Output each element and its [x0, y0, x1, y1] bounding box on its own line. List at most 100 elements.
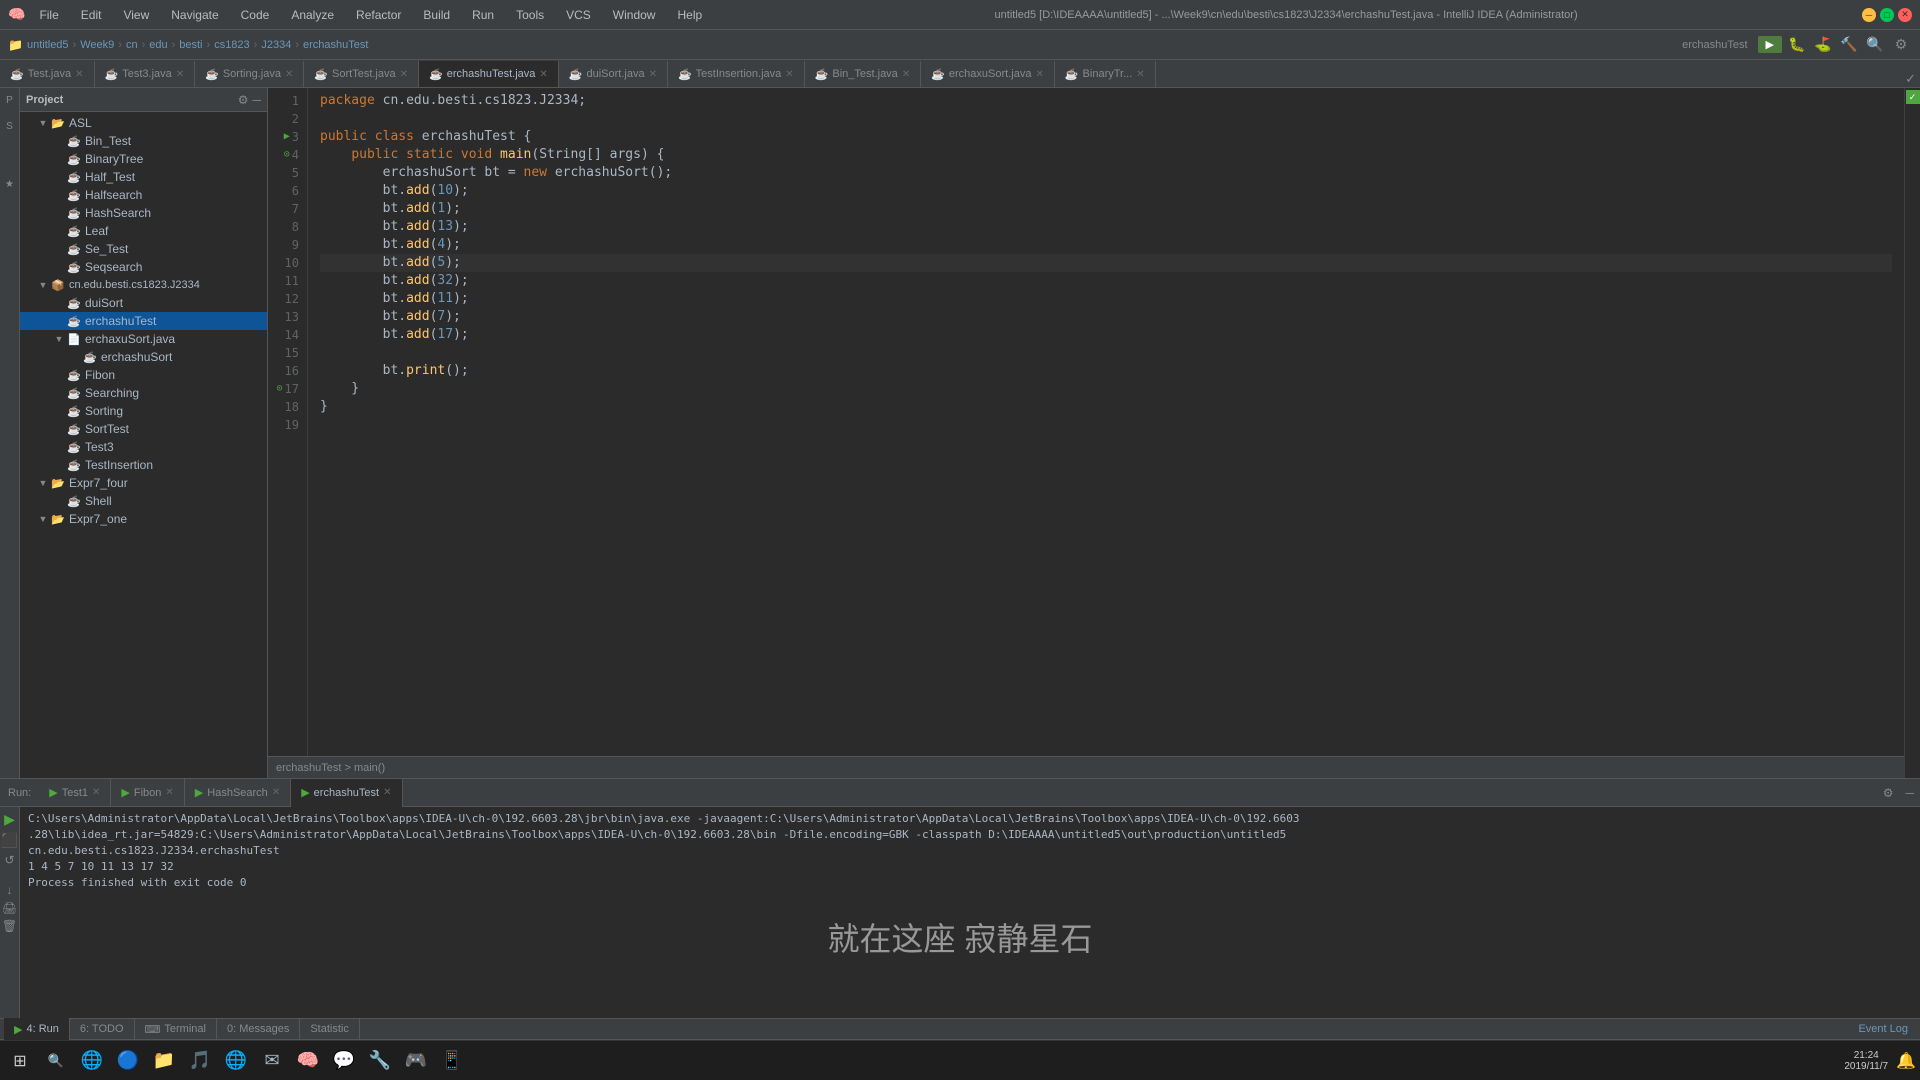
tree-duisort[interactable]: ☕ duiSort: [20, 294, 267, 312]
tree-fibon[interactable]: ☕ Fibon: [20, 366, 267, 384]
expand-tabs-button[interactable]: ✓: [1901, 71, 1920, 87]
debug-button[interactable]: 🐛: [1786, 34, 1808, 56]
code-editor[interactable]: package cn.edu.besti.cs1823.J2334; publi…: [308, 88, 1904, 756]
tree-halfsearch[interactable]: ☕ Halfsearch: [20, 186, 267, 204]
taskbar-explorer-icon[interactable]: 📁: [148, 1045, 180, 1077]
structure-icon[interactable]: S: [2, 118, 18, 134]
tree-seqsearch[interactable]: ☕ Seqsearch: [20, 258, 267, 276]
bottom-tab-terminal[interactable]: ⌨ Terminal: [135, 1018, 217, 1040]
favorites-icon[interactable]: ★: [2, 176, 18, 192]
run-tab-close[interactable]: ✕: [165, 787, 173, 798]
taskbar-wechat-icon[interactable]: 💬: [328, 1045, 360, 1077]
menu-code[interactable]: Code: [233, 6, 278, 24]
run-stop-icon[interactable]: ⬛: [1, 832, 18, 849]
project-panel-icon[interactable]: P: [2, 92, 18, 108]
taskbar-intellij-icon[interactable]: 🧠: [292, 1045, 324, 1077]
tree-shell[interactable]: ☕ Shell: [20, 492, 267, 510]
tree-half-test[interactable]: ☕ Half_Test: [20, 168, 267, 186]
tree-asl-folder[interactable]: ▼ 📂 ASL: [20, 114, 267, 132]
tab-test3-java[interactable]: ☕Test3.java✕: [95, 61, 196, 87]
search-everywhere[interactable]: 🔍: [1864, 34, 1886, 56]
taskbar-edge-icon[interactable]: 🔵: [112, 1045, 144, 1077]
tree-testinsertion[interactable]: ☕ TestInsertion: [20, 456, 267, 474]
nav-crumb-besti[interactable]: besti: [179, 39, 202, 51]
tab-erchashutest-java[interactable]: ☕erchashuTest.java✕: [419, 61, 559, 87]
menu-window[interactable]: Window: [605, 6, 664, 24]
tab-bintest-java[interactable]: ☕Bin_Test.java✕: [805, 61, 922, 87]
nav-crumb-j2334[interactable]: J2334: [261, 39, 291, 51]
tab-binarytree-java[interactable]: ☕BinaryTr...✕: [1055, 61, 1156, 87]
menu-build[interactable]: Build: [415, 6, 458, 24]
menu-run[interactable]: Run: [464, 6, 502, 24]
tree-expr7-one[interactable]: ▼ 📂 Expr7_one: [20, 510, 267, 528]
nav-crumb-cs1823[interactable]: cs1823: [214, 39, 249, 51]
menu-view[interactable]: View: [115, 6, 157, 24]
run-print-icon[interactable]: 🖨: [2, 901, 17, 915]
taskbar-ie-icon[interactable]: 🌐: [76, 1045, 108, 1077]
bottom-tab-todo[interactable]: 6: TODO: [70, 1018, 135, 1040]
run-close-icon[interactable]: ─: [1899, 786, 1920, 800]
project-settings-icon[interactable]: ⚙: [238, 93, 249, 107]
run-tab-hashsearch[interactable]: ▶ HashSearch ✕: [185, 779, 291, 807]
bottom-tab-messages[interactable]: 0: Messages: [217, 1018, 300, 1040]
bottom-tab-statistic[interactable]: Statistic: [300, 1018, 360, 1040]
taskbar-phone-icon[interactable]: 📱: [436, 1045, 468, 1077]
tree-erchashut[interactable]: ☕ erchashuTest: [20, 312, 267, 330]
tree-leaf[interactable]: ☕ Leaf: [20, 222, 267, 240]
tree-bin-test[interactable]: ☕ Bin_Test: [20, 132, 267, 150]
nav-crumb-untitled5[interactable]: untitled5: [27, 39, 69, 51]
tab-sorttest-java[interactable]: ☕SortTest.java✕: [304, 61, 419, 87]
tree-erchaxusort-file[interactable]: ▼ 📄 erchaxuSort.java: [20, 330, 267, 348]
taskbar-chrome-icon[interactable]: 🌐: [220, 1045, 252, 1077]
project-collapse-icon[interactable]: ─: [252, 93, 261, 107]
windows-start-button[interactable]: ⊞: [4, 1045, 36, 1077]
tree-package-cn[interactable]: ▼ 📦 cn.edu.besti.cs1823.J2334: [20, 276, 267, 294]
nav-crumb-week9[interactable]: Week9: [80, 39, 114, 51]
bottom-tab-run[interactable]: ▶ 4: Run: [4, 1018, 70, 1040]
tree-expr7-four[interactable]: ▼ 📂 Expr7_four: [20, 474, 267, 492]
tab-erchaxusort-java[interactable]: ☕erchaxuSort.java✕: [921, 61, 1055, 87]
settings-button[interactable]: ⚙: [1890, 34, 1912, 56]
event-log-link[interactable]: Event Log: [1850, 1023, 1916, 1035]
taskbar-notification[interactable]: 🔔: [1896, 1051, 1916, 1071]
tree-searching[interactable]: ☕ Searching: [20, 384, 267, 402]
nav-crumb-erchashut[interactable]: erchashuTest: [303, 39, 368, 51]
menu-navigate[interactable]: Navigate: [163, 6, 226, 24]
tab-duisort-java[interactable]: ☕duiSort.java✕: [559, 61, 668, 87]
tree-se-test[interactable]: ☕ Se_Test: [20, 240, 267, 258]
run-tab-test1[interactable]: ▶ Test1 ✕: [39, 779, 111, 807]
run-scroll-end-icon[interactable]: ↓: [7, 883, 13, 897]
tree-sorting[interactable]: ☕ Sorting: [20, 402, 267, 420]
tab-testinsertion-java[interactable]: ☕TestInsertion.java✕: [668, 61, 805, 87]
tab-test-java[interactable]: ☕Test.java✕: [0, 61, 95, 87]
run-settings-icon[interactable]: ⚙: [1877, 786, 1900, 800]
close-button[interactable]: ✕: [1898, 8, 1912, 22]
taskbar-search-button[interactable]: 🔍: [40, 1045, 72, 1077]
menu-file[interactable]: File: [31, 6, 66, 24]
run-tab-close[interactable]: ✕: [272, 787, 280, 798]
run-restart-icon[interactable]: ↺: [4, 853, 14, 867]
tree-sorttest[interactable]: ☕ SortTest: [20, 420, 267, 438]
run-trash-icon[interactable]: 🗑: [2, 919, 17, 933]
run-tab-erchashut[interactable]: ▶ erchashuTest ✕: [291, 779, 402, 807]
run-tab-close[interactable]: ✕: [92, 787, 100, 798]
build-button[interactable]: 🔨: [1838, 34, 1860, 56]
maximize-button[interactable]: □: [1880, 8, 1894, 22]
tree-hashsearch[interactable]: ☕ HashSearch: [20, 204, 267, 222]
menu-help[interactable]: Help: [669, 6, 710, 24]
taskbar-game-icon[interactable]: 🎮: [400, 1045, 432, 1077]
run-tab-close[interactable]: ✕: [383, 787, 391, 798]
minimize-button[interactable]: ─: [1862, 8, 1876, 22]
run-tab-fibon[interactable]: ▶ Fibon ✕: [111, 779, 184, 807]
taskbar-mail-icon[interactable]: ✉: [256, 1045, 288, 1077]
taskbar-netease-icon[interactable]: 🎵: [184, 1045, 216, 1077]
menu-analyze[interactable]: Analyze: [283, 6, 342, 24]
tree-test3[interactable]: ☕ Test3: [20, 438, 267, 456]
menu-tools[interactable]: Tools: [508, 6, 552, 24]
menu-refactor[interactable]: Refactor: [348, 6, 409, 24]
nav-crumb-cn[interactable]: cn: [126, 39, 138, 51]
nav-crumb-edu[interactable]: edu: [149, 39, 167, 51]
menu-edit[interactable]: Edit: [73, 6, 110, 24]
tree-erchashu-sort[interactable]: ☕ erchashuSort: [20, 348, 267, 366]
tree-binary-tree[interactable]: ☕ BinaryTree: [20, 150, 267, 168]
